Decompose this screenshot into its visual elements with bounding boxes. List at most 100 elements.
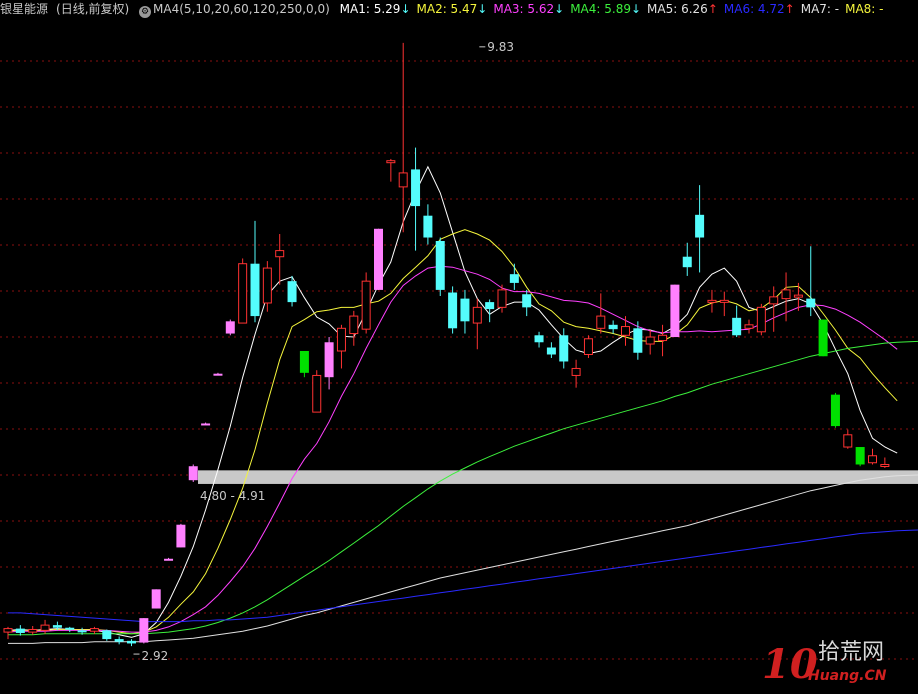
candle-body <box>374 228 383 290</box>
candle-body <box>312 374 322 413</box>
candle-body <box>744 324 754 329</box>
candle-body <box>645 336 655 345</box>
candle-body <box>719 299 729 303</box>
ma-item: MA3: 5.62↓ <box>493 2 564 16</box>
arrow-up-icon: ↑ <box>707 2 718 16</box>
candle-body <box>213 373 223 376</box>
candle-body <box>769 296 779 305</box>
ma-item-label: MA8: - <box>845 2 884 16</box>
candle-body <box>386 160 396 164</box>
candle-body <box>546 347 556 355</box>
candle-body <box>608 324 618 330</box>
candle-body <box>448 292 458 329</box>
candle-body <box>843 434 853 448</box>
arrow-down-icon: ↓ <box>554 2 565 16</box>
candle-body <box>176 524 186 548</box>
candle-body <box>28 628 38 633</box>
candle-body <box>509 274 519 283</box>
candle-body <box>423 215 433 238</box>
ma-item-label: MA4: 5.89 <box>570 2 631 16</box>
candle-body <box>102 630 112 640</box>
candle-body <box>756 306 766 333</box>
candle-body <box>77 630 87 633</box>
candle-body <box>225 321 235 334</box>
arrow-up-icon: ↑ <box>784 2 795 16</box>
watermark-cn: 拾荒网 <box>818 640 885 665</box>
period-label: (日线,前复权) <box>56 2 130 16</box>
candle-body <box>238 263 248 324</box>
candle-body <box>299 351 309 373</box>
price-annotation: 9.83 <box>487 40 514 54</box>
candle-body <box>15 628 25 633</box>
candle-body <box>830 394 840 427</box>
ma-params: MA4(5,10,20,60,120,250,0,0) <box>153 2 330 16</box>
arrow-down-icon: ↓ <box>630 2 642 16</box>
ma-item-label: MA5: 6.26 <box>647 2 708 16</box>
ma-item: MA5: 6.26↑ <box>647 2 718 16</box>
stock-title: 银星能源 <box>0 2 49 16</box>
candle-body <box>880 463 890 467</box>
ma-item-label: MA6: 4.72 <box>723 2 785 16</box>
candle-body <box>522 294 532 308</box>
watermark-en: Huang.CN <box>808 668 887 684</box>
candle-body <box>40 624 50 631</box>
candle-body <box>398 172 408 188</box>
candle-body <box>139 618 149 643</box>
candle-body <box>114 639 124 642</box>
candle-body <box>732 317 742 336</box>
candle-body <box>336 327 346 352</box>
candle-body <box>682 256 692 268</box>
candle-body <box>695 214 705 238</box>
candle-body <box>411 169 421 207</box>
watermark-logo: 10 拾荒网 Huang.CN <box>762 640 912 690</box>
candle-body <box>559 335 569 362</box>
candle-body <box>361 280 371 330</box>
candle-body <box>621 326 630 336</box>
candle-body <box>571 367 581 376</box>
ma-item: MA4: 5.89↓ <box>570 2 641 16</box>
candle-body <box>349 315 359 335</box>
indicator-header: 银星能源 (日线,前复权) ⚙ MA4(5,10,20,60,120,250,0,0… <box>0 0 918 18</box>
ma-item-label: MA1: 5.29 <box>339 2 401 16</box>
candle-body <box>806 298 816 308</box>
candlestick-chart: 4.80 - 4.919.832.92 <box>0 40 918 663</box>
ma-line-ma6 <box>8 529 918 623</box>
candle-body <box>65 627 75 630</box>
ma-item: MA7: - <box>801 2 839 16</box>
ma-values: MA1: 5.29↓ MA2: 5.47↓ MA3: 5.62↓ MA4: 5.89↓… <box>340 2 890 16</box>
candle-body <box>89 628 99 632</box>
candle-body <box>275 250 285 258</box>
ma-item: MA2: 5.47↓ <box>417 2 488 16</box>
chart-window: 银星能源 (日线,前复权) ⚙ MA4(5,10,20,60,120,250,0,0… <box>0 0 918 694</box>
gear-icon[interactable]: ⚙ <box>139 6 152 18</box>
candle-body <box>287 281 297 303</box>
candle-body <box>3 628 13 633</box>
candle-body <box>460 298 470 322</box>
candle-body <box>596 315 606 329</box>
candle-body <box>201 423 211 426</box>
candle-body <box>707 299 717 303</box>
candle-body <box>633 328 643 353</box>
candle-body <box>151 589 161 609</box>
candle-body <box>262 267 272 304</box>
candle-body <box>855 447 865 465</box>
price-annotation: 2.92 <box>142 649 169 663</box>
candle-body <box>52 625 62 628</box>
candle-body <box>127 640 136 644</box>
ma-line-ma4 <box>8 340 918 636</box>
candle-body <box>583 338 593 355</box>
candle-body <box>670 284 680 338</box>
ma-item-label: MA7: - <box>800 2 840 16</box>
candle-body <box>497 289 507 308</box>
candle-body <box>868 455 877 464</box>
candle-body <box>435 241 445 290</box>
ma-item: MA6: 4.72↑ <box>724 2 795 16</box>
candle-body <box>188 466 198 481</box>
ma-item-label: MA2: 5.47 <box>416 2 478 16</box>
ma-item: MA1: 5.29↓ <box>340 2 411 16</box>
candle-body <box>324 342 334 378</box>
candle-body <box>818 319 828 357</box>
ma-item-label: MA3: 5.62 <box>493 2 555 16</box>
candle-body <box>793 294 803 298</box>
ma-item: MA8: - <box>845 2 883 16</box>
